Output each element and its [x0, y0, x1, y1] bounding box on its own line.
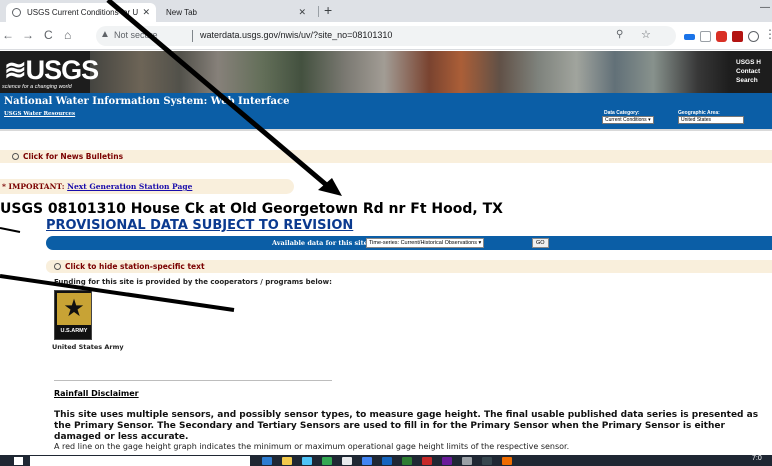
taskbar-app-icon[interactable]: [442, 457, 452, 465]
annotation-arrowhead: [318, 178, 342, 196]
station-title: USGS 08101310 House Ck at Old Georgetown…: [0, 201, 503, 217]
close-icon[interactable]: ✕: [142, 7, 150, 18]
taskbar-app-icon[interactable]: [482, 457, 492, 465]
ext-circle-icon[interactable]: [748, 31, 759, 42]
geographic-area-select[interactable]: United States: [678, 116, 744, 124]
tab-separator: [318, 6, 319, 17]
minimize-button[interactable]: —: [760, 2, 770, 13]
browser-tab-strip: USGS Current Conditions for U ✕ New Tab …: [0, 0, 772, 22]
provisional-data-link[interactable]: PROVISIONAL DATA SUBJECT TO REVISION: [46, 218, 353, 233]
banner-links: USGS H Contact Search: [736, 58, 761, 85]
taskbar-app-icon[interactable]: [342, 457, 352, 465]
search-link[interactable]: Search: [736, 76, 761, 85]
rainfall-disclaimer-link[interactable]: Rainfall Disclaimer: [54, 389, 139, 398]
us-army-logo[interactable]: ★ U.S.ARMY: [54, 290, 92, 340]
water-resources-link[interactable]: USGS Water Resources: [4, 111, 75, 117]
divider: [54, 380, 332, 381]
taskbar-app-icon[interactable]: [362, 457, 372, 465]
globe-icon: [12, 8, 21, 17]
ext-red-badge-icon[interactable]: [716, 31, 727, 42]
station-text-toggle-bar[interactable]: Click to hide station-specific text: [46, 260, 772, 273]
browser-toolbar: ← → C ⌂ ▲ Not secure waterdata.usgs.gov/…: [0, 22, 772, 50]
ext-pdf-icon[interactable]: [732, 31, 743, 42]
start-button[interactable]: [14, 457, 23, 465]
important-notice: * IMPORTANT: Next Generation Station Pag…: [0, 179, 294, 194]
taskbar-app-icon[interactable]: [382, 457, 392, 465]
cooperator-name: United States Army: [52, 343, 124, 351]
nwis-header: National Water Information System: Web I…: [0, 93, 772, 131]
star-icon: ★: [57, 293, 91, 325]
windows-taskbar: 7:0: [0, 455, 772, 466]
army-logo-text: U.S.ARMY: [60, 328, 88, 334]
address-bar[interactable]: ▲ Not secure waterdata.usgs.gov/nwis/uv/…: [96, 26, 676, 46]
available-data-bar: Available data for this site Time-series…: [46, 236, 772, 250]
star-icon[interactable]: ☆: [641, 28, 651, 41]
usgs-tagline: science for a changing world: [2, 84, 72, 90]
warning-triangle-icon[interactable]: ▲: [100, 29, 110, 40]
hide-station-text-toggle[interactable]: Click to hide station-specific text: [54, 262, 205, 271]
taskbar-app-icon[interactable]: [322, 457, 332, 465]
contact-link[interactable]: Contact: [736, 67, 761, 76]
tab-usgs-current-conditions[interactable]: USGS Current Conditions for U ✕: [6, 3, 156, 22]
forward-button[interactable]: →: [22, 28, 34, 42]
available-data-select[interactable]: Time-series: Current/Historical Observat…: [366, 238, 485, 248]
taskbar-app-icon[interactable]: [402, 457, 412, 465]
home-button[interactable]: ⌂: [64, 28, 71, 42]
usgs-banner: ≋USGS science for a changing world USGS …: [0, 51, 772, 93]
taskbar-app-icon[interactable]: [302, 457, 312, 465]
tab-title: USGS Current Conditions for U: [27, 8, 139, 17]
annotation-callout-line: [0, 227, 21, 233]
new-tab-button[interactable]: +: [324, 2, 332, 18]
taskbar-search-box[interactable]: [30, 456, 250, 466]
taskbar-app-icon[interactable]: [462, 457, 472, 465]
tab-new-tab[interactable]: New Tab ✕: [160, 3, 312, 22]
available-data-label: Available data for this site: [272, 239, 368, 247]
funding-statement: Funding for this site is provided by the…: [54, 278, 332, 286]
nwis-title: National Water Information System: Web I…: [4, 96, 290, 107]
collapse-circle-icon: [54, 263, 61, 270]
security-status[interactable]: Not secure: [114, 30, 158, 40]
next-generation-station-link[interactable]: Next Generation Station Page: [67, 182, 192, 191]
usgs-home-link[interactable]: USGS H: [736, 58, 761, 67]
expand-circle-icon: [12, 153, 19, 160]
news-bulletins-toggle[interactable]: Click for News Bulletins: [12, 152, 123, 161]
url-text[interactable]: waterdata.usgs.gov/nwis/uv/?site_no=0810…: [200, 30, 392, 40]
taskbar-clock[interactable]: 7:0: [752, 455, 762, 462]
important-text: * IMPORTANT: Next Generation Station Pag…: [2, 182, 193, 191]
back-button[interactable]: ←: [2, 28, 14, 42]
reload-button[interactable]: C: [44, 28, 53, 42]
ext-blue-icon[interactable]: [684, 34, 695, 40]
menu-icon[interactable]: ⋮: [764, 27, 772, 41]
taskbar-app-icon[interactable]: [262, 457, 272, 465]
taskbar-app-icon[interactable]: [502, 457, 512, 465]
omnibox-divider: [192, 30, 193, 42]
data-category-select[interactable]: Current Conditions ▾: [602, 116, 654, 124]
go-button[interactable]: GO: [532, 238, 549, 248]
usgs-logo[interactable]: ≋USGS: [4, 55, 99, 86]
banner-photo-strip: [90, 51, 730, 93]
red-line-paragraph: A red line on the gage height graph indi…: [54, 442, 570, 451]
taskbar-app-icon[interactable]: [282, 457, 292, 465]
sensor-info-paragraph: This site uses multiple sensors, and pos…: [54, 410, 759, 442]
close-icon[interactable]: ✕: [298, 7, 306, 18]
news-bulletins-bar[interactable]: Click for News Bulletins: [0, 150, 772, 163]
ext-mail-icon[interactable]: [700, 31, 711, 42]
taskbar-app-icon[interactable]: [422, 457, 432, 465]
tab-title: New Tab: [166, 8, 197, 17]
zoom-icon[interactable]: ⚲: [616, 29, 623, 40]
